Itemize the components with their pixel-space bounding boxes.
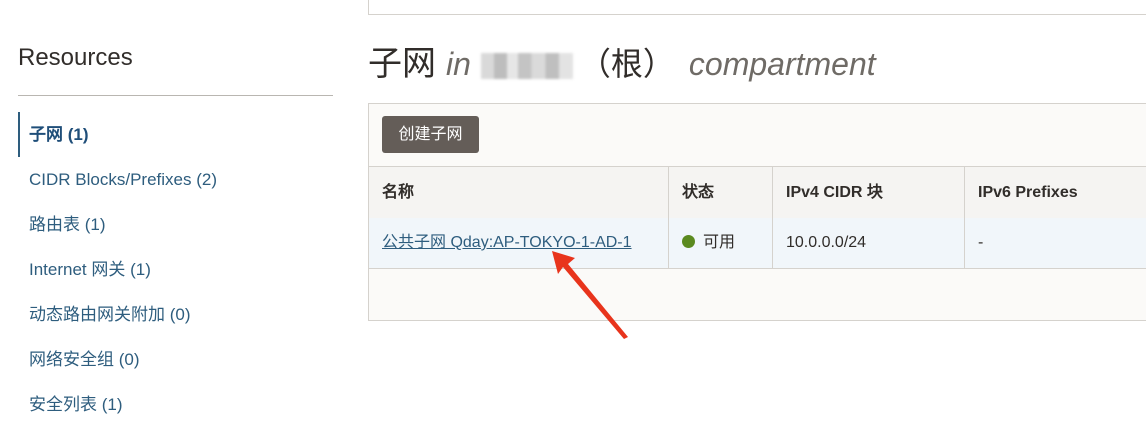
cell-name: 公共子网 Qday:AP-TOKYO-1-AD-1 xyxy=(369,218,669,268)
cell-status: 可用 xyxy=(669,218,773,268)
subnets-panel: 创建子网 名称 状态 IPv4 CIDR 块 IPv6 Prefixes 公共子… xyxy=(368,103,1146,321)
sidebar-item-network-security-groups[interactable]: 网络安全组 (0) xyxy=(18,337,333,382)
page-title-compartment: compartment xyxy=(688,46,876,82)
sidebar-item-subnets[interactable]: 子网 (1) xyxy=(18,112,333,157)
redacted-tenancy-name xyxy=(480,53,573,79)
column-header-ipv6-prefixes[interactable]: IPv6 Prefixes xyxy=(965,167,1146,218)
sidebar-item-cidr-blocks[interactable]: CIDR Blocks/Prefixes (2) xyxy=(18,157,333,202)
sidebar-title: Resources xyxy=(18,44,133,71)
page-title-text: 子网 xyxy=(368,45,436,83)
column-header-ipv4-cidr[interactable]: IPv4 CIDR 块 xyxy=(773,167,965,218)
sidebar-item-route-tables[interactable]: 路由表 (1) xyxy=(18,202,333,247)
subnet-name-link[interactable]: 公共子网 Qday:AP-TOKYO-1-AD-1 xyxy=(382,234,632,251)
sidebar-divider xyxy=(18,95,333,96)
create-subnet-button[interactable]: 创建子网 xyxy=(382,116,479,153)
status-text: 可用 xyxy=(703,234,736,251)
column-header-name[interactable]: 名称 xyxy=(369,167,669,218)
subnets-table: 名称 状态 IPv4 CIDR 块 IPv6 Prefixes 公共子网 Qda… xyxy=(369,166,1146,269)
resources-nav: 子网 (1) CIDR Blocks/Prefixes (2) 路由表 (1) … xyxy=(18,112,333,427)
sidebar-item-drg-attachments[interactable]: 动态路由网关附加 (0) xyxy=(18,292,333,337)
column-header-status[interactable]: 状态 xyxy=(669,167,773,218)
table-row: 公共子网 Qday:AP-TOKYO-1-AD-1 可用 10.0.0.0/24… xyxy=(369,218,1146,269)
table-header: 名称 状态 IPv4 CIDR 块 IPv6 Prefixes xyxy=(369,166,1146,219)
sidebar-item-internet-gateways[interactable]: Internet 网关 (1) xyxy=(18,247,333,292)
subnets-page: Resources 子网 (1) CIDR Blocks/Prefixes (2… xyxy=(0,0,1146,435)
top-panel-edge xyxy=(368,0,1146,15)
status-available-dot-icon xyxy=(682,235,695,249)
page-title: 子网 in （根） compartment xyxy=(368,36,876,83)
sidebar-item-security-lists[interactable]: 安全列表 (1) xyxy=(18,382,333,427)
page-title-root: （根） xyxy=(578,46,675,82)
cell-ipv4-cidr: 10.0.0.0/24 xyxy=(773,218,965,268)
page-title-in: in xyxy=(446,46,471,82)
cell-ipv6-prefixes: - xyxy=(978,234,984,251)
